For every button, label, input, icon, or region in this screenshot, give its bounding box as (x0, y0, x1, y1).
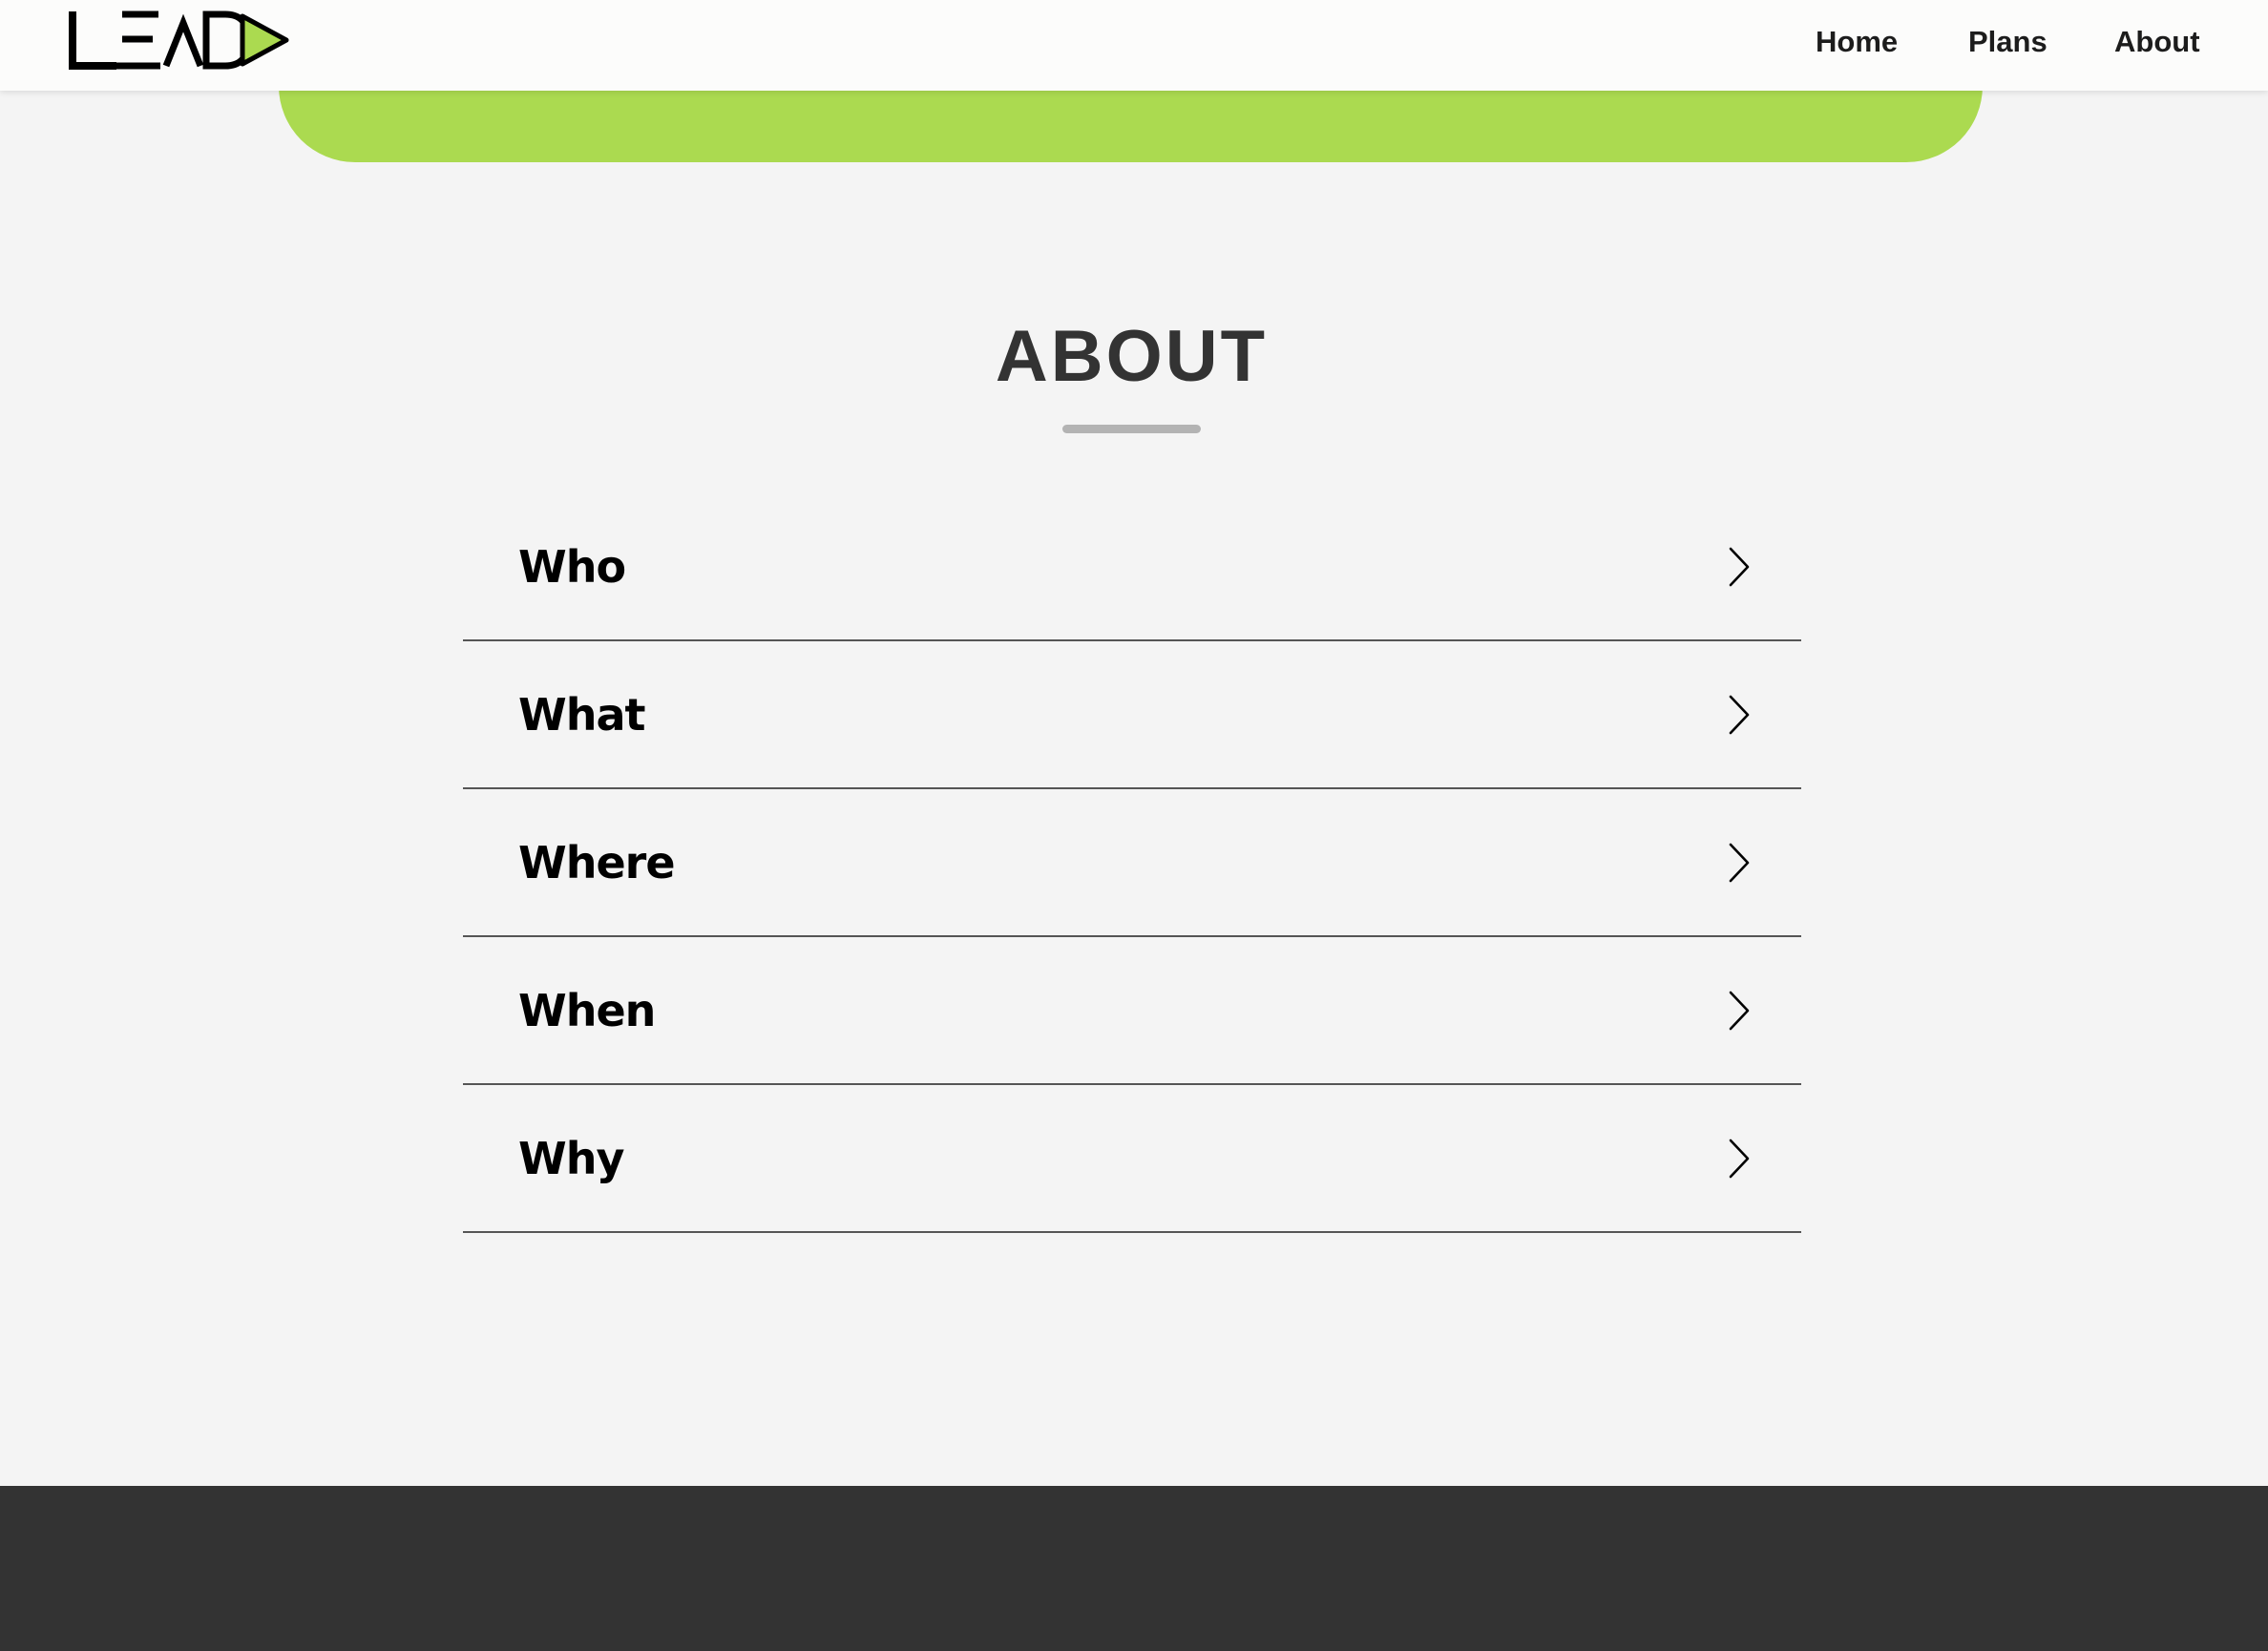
site-header: Home Plans About (0, 0, 2268, 91)
chevron-right-icon (1729, 547, 1750, 586)
lead-logo-icon (69, 10, 289, 70)
accordion-item-when[interactable]: When (463, 937, 1801, 1085)
chevron-right-icon (1729, 991, 1750, 1030)
chevron-right-icon (1729, 1139, 1750, 1178)
accordion-label: Where (518, 836, 676, 888)
chevron-right-icon (1729, 843, 1750, 882)
accordion-label: Who (518, 540, 626, 593)
accordion-item-who[interactable]: Who (463, 493, 1801, 641)
site-footer (0, 1486, 2268, 1651)
accordion-label: What (518, 688, 646, 741)
section-title: ABOUT (995, 316, 1269, 397)
nav-about-link[interactable]: About (2114, 25, 2200, 59)
accordion-item-what[interactable]: What (463, 641, 1801, 789)
nav-home-link[interactable]: Home (1816, 25, 1898, 59)
accordion-item-where[interactable]: Where (463, 789, 1801, 937)
accordion-item-why[interactable]: Why (463, 1085, 1801, 1233)
accordion-label: When (518, 984, 656, 1036)
title-underline (1062, 425, 1201, 433)
nav-plans-link[interactable]: Plans (1968, 25, 2048, 59)
chevron-right-icon (1729, 695, 1750, 734)
lead-logo[interactable] (67, 10, 292, 71)
about-accordion: Who What Where When Why (463, 493, 1801, 1233)
accordion-label: Why (518, 1132, 624, 1184)
